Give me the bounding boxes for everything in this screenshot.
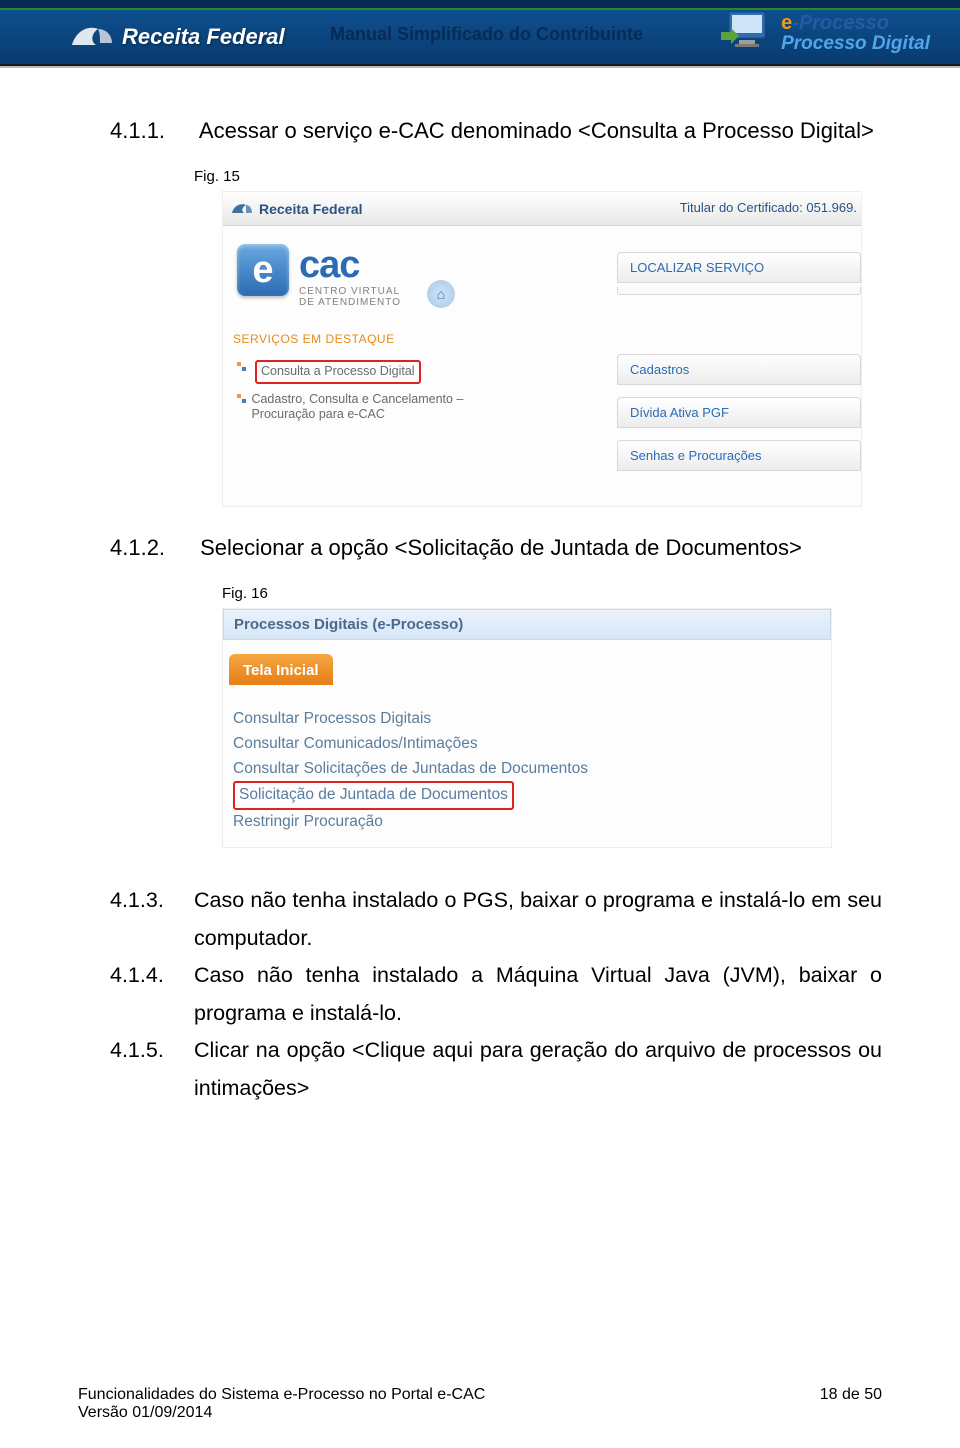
receita-federal-logo-icon xyxy=(70,21,114,53)
section-text: Selecionar a opção <Solicitação de Junta… xyxy=(200,535,802,560)
step-4-1-4: 4.1.4. Caso não tenha instalado a Máquin… xyxy=(110,957,882,1032)
header-accent xyxy=(0,0,960,10)
consulta-processo-digital-link[interactable]: Consulta a Processo Digital xyxy=(255,360,421,384)
list-item[interactable]: Consultar Processos Digitais xyxy=(233,707,823,732)
step-text: Caso não tenha instalado a Máquina Virtu… xyxy=(194,957,882,1032)
ecac-sub2: DE ATENDIMENTO xyxy=(299,298,401,309)
bullet-icon xyxy=(237,394,245,404)
list-item[interactable]: Consulta a Processo Digital xyxy=(231,356,503,388)
fig16-label: Fig. 16 xyxy=(222,585,882,602)
section-text: Acessar o serviço e-CAC denominado <Cons… xyxy=(199,118,874,143)
section-4-1-1-heading: 4.1.1. Acessar o serviço e-CAC denominad… xyxy=(110,118,882,144)
list-item[interactable]: Cadastro, Consulta e Cancelamento – Proc… xyxy=(231,388,503,427)
step-4-1-3: 4.1.3. Caso não tenha instalado o PGS, b… xyxy=(110,882,882,957)
footer-doc-name: Funcionalidades do Sistema e-Processo no… xyxy=(78,1386,485,1404)
localizar-servico-tab[interactable]: LOCALIZAR SERVIÇO xyxy=(617,252,861,283)
section-number: 4.1.2. xyxy=(110,535,194,561)
step-4-1-5: 4.1.5. Clicar na opção <Clique aqui para… xyxy=(110,1032,882,1107)
footer-version: Versão 01/09/2014 xyxy=(78,1404,485,1422)
solicitacao-juntada-link[interactable]: Solicitação de Juntada de Documentos xyxy=(233,781,514,810)
brand-text: Receita Federal xyxy=(122,24,285,50)
page-header: Receita Federal Manual Simplificado do C… xyxy=(0,0,960,68)
cadastro-procuracao-link[interactable]: Cadastro, Consulta e Cancelamento – Proc… xyxy=(251,392,497,423)
options-list: Consultar Processos Digitais Consultar C… xyxy=(223,685,831,847)
step-number: 4.1.3. xyxy=(110,882,194,957)
step-number: 4.1.4. xyxy=(110,957,194,1032)
fig16-screenshot: Processos Digitais (e-Processo) Tela Ini… xyxy=(222,608,832,848)
footer-left: Funcionalidades do Sistema e-Processo no… xyxy=(78,1386,485,1422)
section-number: 4.1.1. xyxy=(110,118,194,144)
senhas-procuracoes-tab[interactable]: Senhas e Procurações xyxy=(617,440,861,471)
monitor-icon xyxy=(721,10,775,56)
list-item[interactable]: Consultar Solicitações de Juntadas de Do… xyxy=(233,757,823,782)
page-number: 18 de 50 xyxy=(820,1386,882,1422)
receita-federal-logo: Receita Federal xyxy=(70,21,285,53)
bullet-icon xyxy=(237,362,249,372)
doc-title: Manual Simplificado do Contribuinte xyxy=(330,24,643,45)
header-divider xyxy=(0,66,960,68)
eprocesso-badge: e-Processo Processo Digital xyxy=(721,10,930,56)
ecac-logo: e cac CENTRO VIRTUAL DE ATENDIMENTO ⌂ xyxy=(223,226,469,312)
ecac-sub1: CENTRO VIRTUAL xyxy=(299,287,401,298)
eprocesso-line1: e-Processo xyxy=(781,13,930,34)
ecac-e-icon: e xyxy=(237,244,289,296)
mini-receita-logo: Receita Federal xyxy=(231,201,363,217)
home-icon[interactable]: ⌂ xyxy=(427,280,455,308)
cadastros-tab[interactable]: Cadastros xyxy=(617,354,861,385)
divida-ativa-tab[interactable]: Dívida Ativa PGF xyxy=(617,397,861,428)
servicos-destaque-header: SERVIÇOS EM DESTAQUE xyxy=(233,332,395,346)
fig15-label: Fig. 15 xyxy=(194,168,882,185)
list-item[interactable]: Restringir Procuração xyxy=(233,810,823,835)
breadcrumb: Processos Digitais (e-Processo) xyxy=(223,609,831,640)
fig15-cert-holder: Titular do Certificado: 051.969. xyxy=(680,200,857,215)
step-text: Clicar na opção <Clique aqui para geraçã… xyxy=(194,1032,882,1107)
mini-receita-logo-icon xyxy=(231,201,253,217)
step-text: Caso não tenha instalado o PGS, baixar o… xyxy=(194,882,882,957)
fig15-screenshot: Receita Federal Titular do Certificado: … xyxy=(222,191,862,507)
page-footer: Funcionalidades do Sistema e-Processo no… xyxy=(78,1386,882,1422)
section-4-1-2-heading: 4.1.2. Selecionar a opção <Solicitação d… xyxy=(110,535,882,561)
eprocesso-line2: Processo Digital xyxy=(781,34,930,54)
ecac-cac-text: cac xyxy=(299,244,401,287)
steps-block: 4.1.3. Caso não tenha instalado o PGS, b… xyxy=(110,882,882,1108)
search-input-placeholder[interactable] xyxy=(617,287,861,295)
step-number: 4.1.5. xyxy=(110,1032,194,1107)
tela-inicial-tab[interactable]: Tela Inicial xyxy=(229,654,333,685)
list-item[interactable]: Consultar Comunicados/Intimações xyxy=(233,732,823,757)
servicos-destaque-list: Consulta a Processo Digital Cadastro, Co… xyxy=(231,356,503,427)
